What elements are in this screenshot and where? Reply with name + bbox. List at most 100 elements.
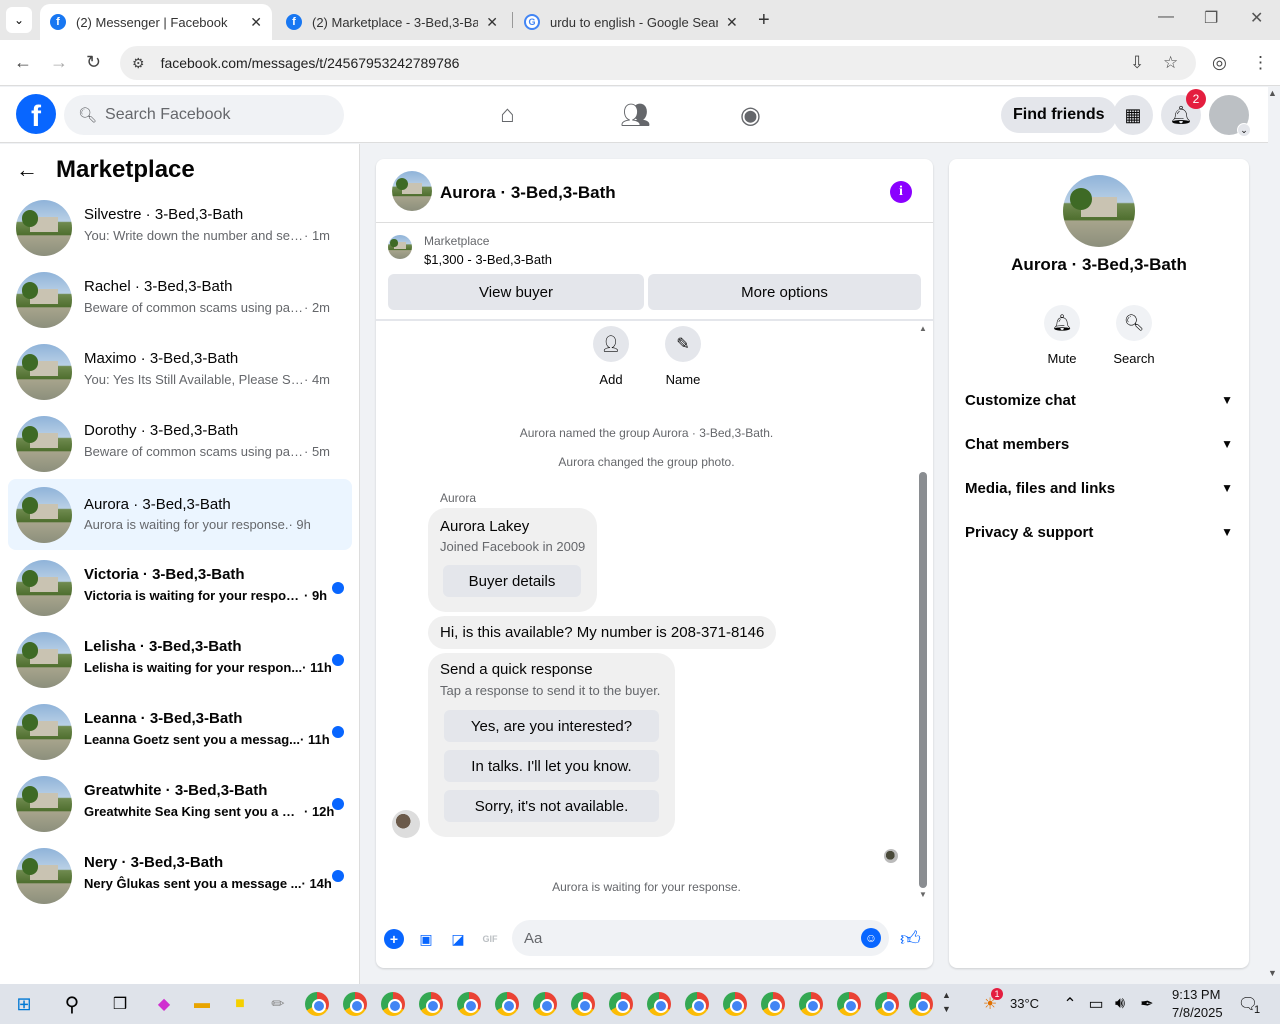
site-info-icon[interactable]: ⚙	[132, 55, 145, 72]
add-people-button[interactable]: 👤︎ Add	[581, 326, 641, 387]
chat-title[interactable]: Aurora · 3-Bed,3-Bath	[440, 183, 616, 203]
install-app-icon[interactable]: ⇩	[1130, 53, 1144, 73]
back-arrow-icon[interactable]: ←	[16, 157, 38, 183]
facebook-logo-icon[interactable]: f	[16, 94, 56, 134]
url-field[interactable]: ⚙ facebook.com/messages/t/24567953242789…	[120, 46, 1196, 80]
friends-icon[interactable]: 👥︎	[620, 101, 650, 130]
info-icon[interactable]: i	[890, 181, 912, 203]
windows-start-icon[interactable]: ⊞	[12, 992, 36, 1016]
browser-tab-messenger[interactable]: f (2) Messenger | Facebook ✕	[40, 4, 272, 40]
pen-icon[interactable]: ✒	[1135, 992, 1159, 1016]
sender-avatar[interactable]	[392, 810, 420, 838]
thread-scrollbar[interactable]: ▲ ▼	[917, 322, 931, 902]
photo-attach-icon[interactable]: ▣	[416, 929, 436, 949]
profile-icon[interactable]: ◎	[1212, 53, 1227, 73]
chat-members-section[interactable]: Chat members ▼	[965, 424, 1233, 464]
minimize-icon[interactable]: —	[1158, 8, 1174, 26]
view-buyer-button[interactable]: View buyer	[388, 274, 644, 310]
mute-button[interactable]: 🔔︎ Mute	[1032, 305, 1092, 366]
sticky-notes-icon[interactable]: ■	[228, 992, 252, 1016]
name-group-button[interactable]: ✎ Name	[653, 326, 713, 387]
close-tab-icon[interactable]: ✕	[726, 14, 738, 31]
chrome-icon[interactable]	[533, 992, 557, 1016]
scroll-up-arrow-icon[interactable]: ▲	[919, 324, 927, 333]
scroll-down-arrow-icon[interactable]: ▼	[919, 890, 927, 899]
volume-icon[interactable]: 🔊︎	[1108, 992, 1132, 1016]
network-icon[interactable]: ▭	[1084, 992, 1108, 1016]
new-tab-icon[interactable]: +	[758, 9, 770, 32]
temperature-text[interactable]: 33°C	[1010, 996, 1039, 1011]
conversation-item[interactable]: Maximo · 3-Bed,3-Bath You: Yes Its Still…	[8, 340, 352, 404]
chrome-icon[interactable]	[685, 992, 709, 1016]
task-view-icon[interactable]: ❒	[108, 992, 132, 1016]
quick-response-button[interactable]: In talks. I'll let you know.	[444, 750, 659, 782]
browser-menu-icon[interactable]: ⋮	[1252, 53, 1269, 73]
find-friends-button[interactable]: Find friends	[1001, 97, 1117, 133]
groups-icon[interactable]: ◉	[740, 101, 761, 130]
home-icon[interactable]: ⌂	[500, 101, 515, 129]
buyer-details-button[interactable]: Buyer details	[443, 565, 581, 597]
conversation-item[interactable]: Greatwhite · 3-Bed,3-Bath Greatwhite Sea…	[8, 772, 352, 836]
conversation-item-active[interactable]: Aurora · 3-Bed,3-Bath Aurora is waiting …	[8, 479, 352, 550]
scrollbar-thumb[interactable]	[919, 472, 927, 888]
forward-icon[interactable]: →	[50, 52, 68, 73]
page-scroll-down-icon[interactable]: ▼	[1268, 968, 1277, 978]
close-tab-icon[interactable]: ✕	[250, 14, 262, 31]
file-explorer-icon[interactable]: ▬	[190, 992, 214, 1016]
conversation-item[interactable]: Victoria · 3-Bed,3-Bath Victoria is wait…	[8, 556, 352, 620]
chrome-icon[interactable]	[837, 992, 861, 1016]
chrome-icon[interactable]	[647, 992, 671, 1016]
close-tab-icon[interactable]: ✕	[486, 14, 498, 31]
chrome-icon[interactable]	[571, 992, 595, 1016]
bookmark-star-icon[interactable]: ☆	[1163, 53, 1178, 73]
media-files-links-section[interactable]: Media, files and links ▼	[965, 468, 1233, 508]
chrome-icon[interactable]	[799, 992, 823, 1016]
chrome-icon[interactable]	[909, 992, 933, 1016]
more-options-button[interactable]: More options	[648, 274, 921, 310]
sticker-icon[interactable]: ◪	[448, 929, 468, 949]
tab-search-dropdown-icon[interactable]: ⌄	[6, 7, 32, 33]
conversation-item[interactable]: Dorothy · 3-Bed,3-Bath Beware of common …	[8, 412, 352, 476]
emoji-icon[interactable]: ☺	[861, 928, 881, 948]
paint-icon[interactable]: ✏	[266, 992, 290, 1016]
quick-response-button[interactable]: Yes, are you interested?	[444, 710, 659, 742]
chrome-icon[interactable]	[761, 992, 785, 1016]
conversation-item[interactable]: Rachel · 3-Bed,3-Bath Beware of common s…	[8, 268, 352, 332]
quick-response-button[interactable]: Sorry, it's not available.	[444, 790, 659, 822]
chrome-icon[interactable]	[457, 992, 481, 1016]
clock-time[interactable]: 9:13 PM	[1172, 987, 1220, 1002]
thumbs-up-icon[interactable]: 👍︎	[900, 927, 921, 951]
chrome-icon[interactable]	[875, 992, 899, 1016]
window-close-icon[interactable]: ✕	[1250, 8, 1263, 28]
restore-icon[interactable]: ❐	[1204, 8, 1218, 28]
page-scroll-up-icon[interactable]: ▲	[1268, 88, 1277, 98]
chat-avatar[interactable]	[392, 171, 432, 211]
chrome-icon[interactable]	[609, 992, 633, 1016]
chrome-icon[interactable]	[495, 992, 519, 1016]
facebook-search-input[interactable]: 🔍︎ Search Facebook	[64, 95, 344, 135]
conversation-item[interactable]: Silvestre · 3-Bed,3-Bath You: Write down…	[8, 196, 352, 260]
plus-circle-icon[interactable]: +	[384, 929, 404, 949]
chrome-icon[interactable]	[723, 992, 747, 1016]
browser-tab-google[interactable]: G urdu to english - Google Search ✕	[514, 4, 750, 40]
taskbar-search-icon[interactable]: ⚲	[60, 992, 84, 1016]
menu-grid-icon[interactable]: ▦	[1113, 95, 1153, 135]
show-hidden-icons-icon[interactable]: ⌃	[1058, 992, 1082, 1016]
gif-icon[interactable]: GIF	[480, 929, 500, 949]
reload-icon[interactable]: ↻	[86, 52, 101, 73]
customize-chat-section[interactable]: Customize chat ▼	[965, 380, 1233, 420]
conversation-item[interactable]: Lelisha · 3-Bed,3-Bath Lelisha is waitin…	[8, 628, 352, 692]
conversation-item[interactable]: Nery · 3-Bed,3-Bath Nery Ĝlukas sent you…	[8, 844, 352, 908]
account-avatar[interactable]: ⌄	[1209, 95, 1251, 137]
chrome-icon[interactable]	[305, 992, 329, 1016]
message-input[interactable]: Aa ☺	[512, 920, 889, 956]
browser-tab-marketplace[interactable]: f (2) Marketplace - 3-Bed,3-Bath ✕	[276, 4, 508, 40]
back-icon[interactable]: ←	[14, 52, 32, 73]
copilot-icon[interactable]: ◆	[152, 992, 176, 1016]
chrome-icon[interactable]	[381, 992, 405, 1016]
group-photo[interactable]	[1063, 175, 1135, 247]
chrome-icon[interactable]	[343, 992, 367, 1016]
conversation-item[interactable]: Leanna · 3-Bed,3-Bath Leanna Goetz sent …	[8, 700, 352, 764]
clock-date[interactable]: 7/8/2025	[1172, 1005, 1223, 1020]
privacy-support-section[interactable]: Privacy & support ▼	[965, 512, 1233, 552]
